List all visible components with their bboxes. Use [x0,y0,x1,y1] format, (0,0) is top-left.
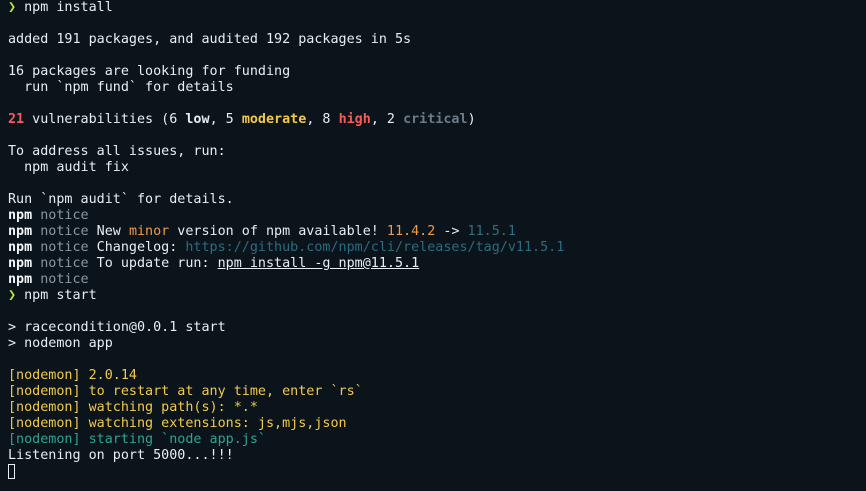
vuln-low: low [185,112,210,127]
output-start-command: > nodemon app [8,336,113,351]
output-start-script: > racecondition@0.0.1 start [8,320,226,335]
vuln-sep: , 5 [209,112,242,127]
vuln-count: 21 [8,112,25,127]
notice-text: version of npm available! [169,224,387,239]
notice-label: notice [40,240,89,255]
nodemon-watching-extensions: [nodemon] watching extensions: js,mjs,js… [8,416,347,431]
vuln-sep: , 8 [306,112,339,127]
vuln-high: high [338,112,371,127]
notice-label: notice [40,256,89,271]
npm-notice-update: npm notice To update run: npm install -g… [8,256,858,272]
command-text: npm start [24,288,97,303]
notice-text: To update run: [88,256,218,271]
vuln-critical: critical [403,112,468,127]
notice-to-version: 11.5.1 [467,224,516,239]
vuln-sep: , 2 [370,112,404,127]
output-address-issues: To address all issues, run: [8,144,226,159]
npm-label: npm [8,240,33,255]
output-audit-fix: npm audit fix [8,160,129,175]
text-cursor[interactable] [8,464,15,479]
output-listening: Listening on port 5000...!!! [8,448,234,463]
npm-label: npm [8,208,33,223]
nodemon-watching-paths: [nodemon] watching path(s): *.* [8,400,258,415]
changelog-link[interactable]: https://github.com/npm/cli/releases/tag/… [185,240,564,255]
vuln-moderate: moderate [241,112,307,127]
npm-notice-new-version: npm notice New minor version of npm avai… [8,224,858,240]
notice-text: New [88,224,129,239]
prompt-chevron-icon: ❯ [8,0,17,15]
vuln-text: vulnerabilities (6 [24,112,186,127]
command-text: npm install [24,0,113,15]
notice-arrow: -> [435,224,468,239]
npm-label: npm [8,272,33,287]
notice-label: notice [40,272,89,287]
command-line-install: ❯ npm install [8,0,858,16]
npm-notice-line: npm notice [8,208,858,224]
vuln-close: ) [467,112,476,127]
notice-label: notice [40,224,89,239]
output-funding-hint: run `npm fund` for details [8,80,234,95]
npm-label: npm [8,224,33,239]
notice-minor: minor [128,224,170,239]
notice-from-version: 11.4.2 [386,224,436,239]
notice-label: notice [40,208,89,223]
terminal-window[interactable]: ❯ npm install added 191 packages, and au… [0,0,866,491]
notice-text: Changelog: [88,240,186,255]
npm-notice-changelog: npm notice Changelog: https://github.com… [8,240,858,256]
output-vulnerabilities: 21 vulnerabilities (6 low, 5 moderate, 8… [8,112,858,128]
output-funding: 16 packages are looking for funding [8,64,291,79]
output-audit-details: Run `npm audit` for details. [8,192,234,207]
update-command: npm install -g npm@11.5.1 [217,256,420,271]
nodemon-restart-hint: [nodemon] to restart at any time, enter … [8,384,363,399]
command-line-start: ❯ npm start [8,288,858,304]
nodemon-starting: [nodemon] starting `node app.js` [8,432,266,447]
npm-notice-line: npm notice [8,272,858,288]
input-line[interactable] [8,464,858,480]
output-added-packages: added 191 packages, and audited 192 pack… [8,32,412,47]
npm-label: npm [8,256,33,271]
prompt-chevron-icon: ❯ [8,288,17,303]
nodemon-version: [nodemon] 2.0.14 [8,368,137,383]
